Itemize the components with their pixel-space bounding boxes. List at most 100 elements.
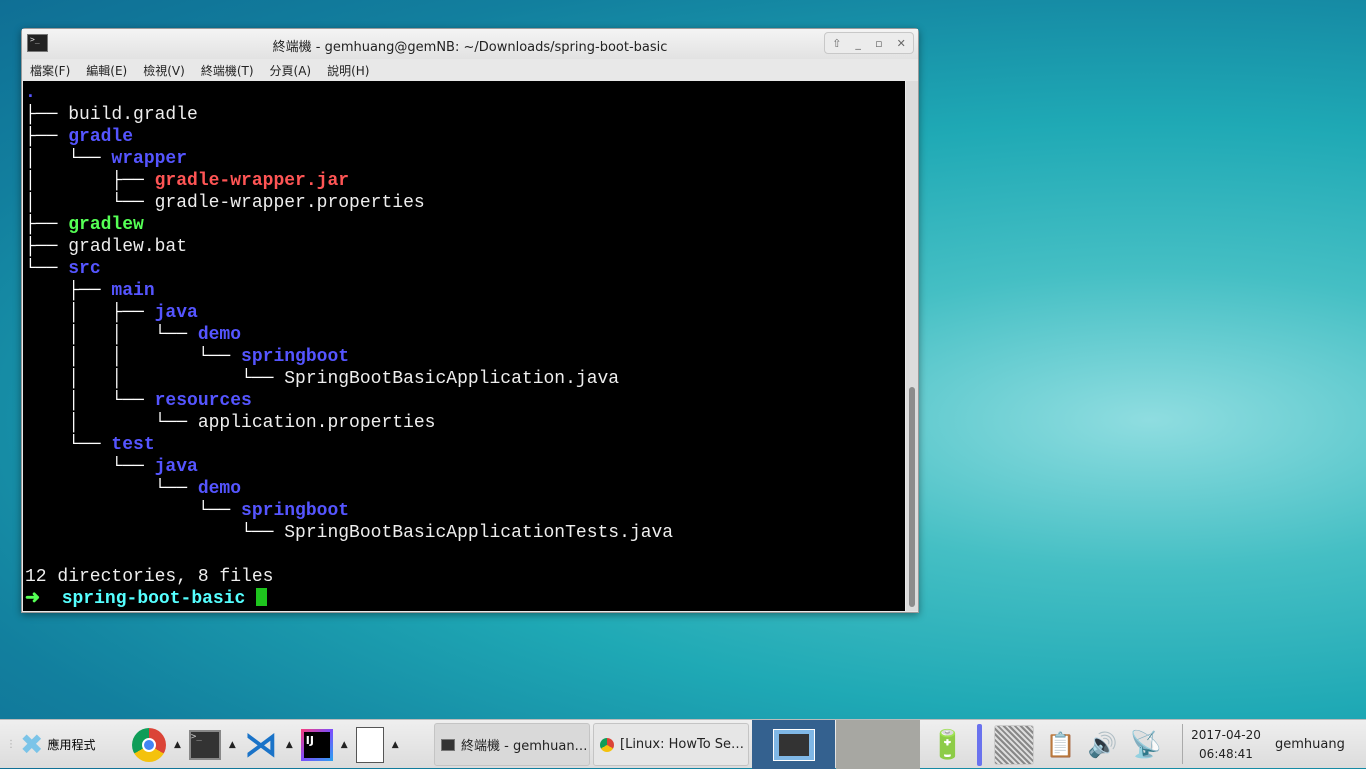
keep-above-icon[interactable]: ⇧ (832, 37, 841, 50)
tree-line: ├── gradle (25, 126, 905, 148)
title-bar[interactable]: >_ 終端機 - gemhuang@gemNB: ~/Downloads/spr… (22, 29, 918, 59)
tree-entry: gradle-wrapper.jar (154, 171, 350, 191)
tree-line: └── src (25, 258, 905, 280)
terminal-icon (441, 738, 455, 751)
tree-entry: . (25, 83, 36, 103)
network-icon[interactable]: 📡 (1130, 730, 1162, 760)
menu-file[interactable]: 檔案(F) (30, 62, 70, 79)
launcher-arrow-icon[interactable]: ▲ (392, 740, 399, 750)
workspace-2[interactable] (836, 720, 920, 769)
tree-line: │ ├── gradle-wrapper.jar (25, 170, 905, 192)
tree-line: │ │ └── SpringBootBasicApplication.java (25, 368, 905, 390)
menu-terminal[interactable]: 終端機(T) (201, 62, 254, 79)
user-menu[interactable]: gemhuang (1275, 720, 1345, 769)
menu-edit[interactable]: 編輯(E) (86, 62, 127, 79)
scrollbar[interactable] (906, 81, 918, 611)
battery-plugged-icon[interactable]: 🔋 (930, 728, 965, 761)
tree-branch: └── (25, 501, 242, 521)
tree-line: │ └── resources (25, 390, 905, 412)
screenshot-icon[interactable] (993, 724, 1034, 765)
tree-branch: └── (25, 457, 155, 477)
minimize-icon[interactable]: _ (855, 37, 861, 50)
intellij-icon[interactable]: IJ (300, 728, 333, 761)
tree-branch: │ │ └── (25, 369, 285, 389)
tree-entry: build.gradle (68, 105, 198, 125)
tree-line: └── SpringBootBasicApplicationTests.java (25, 522, 905, 544)
tree-entry: java (154, 303, 198, 323)
launcher-arrow-icon[interactable]: ▲ (341, 740, 348, 750)
tree-branch: │ └── (25, 149, 112, 169)
tree-line: ├── gradlew (25, 214, 905, 236)
tree-branch: └── (25, 435, 112, 455)
taskbar: ⋮ ✖ 應用程式 ▲ >_ ▲ ⋊ ▲ IJ ▲ ▲ 終端機 - gemhuan… (0, 719, 1366, 769)
tree-entry: springboot (241, 501, 350, 521)
tree-line: └── test (25, 434, 905, 456)
tree-branch: │ └── (25, 413, 198, 433)
tree-entry: gradlew.bat (68, 237, 188, 257)
task-terminal[interactable]: 終端機 - gemhuan… (434, 723, 590, 766)
prompt-dir: spring-boot-basic (61, 589, 246, 609)
close-icon[interactable]: ✕ (897, 37, 906, 50)
vscode-icon[interactable]: ⋊ (244, 725, 278, 765)
tree-line: │ └── wrapper (25, 148, 905, 170)
tree-branch: ├── (25, 281, 112, 301)
tree-branch: │ │ └── (25, 325, 198, 345)
launcher-arrow-icon[interactable]: ▲ (286, 740, 293, 750)
apps-menu-button[interactable]: ✖ 應用程式 (20, 720, 95, 769)
tree-entry: java (154, 457, 198, 477)
tree-entry: wrapper (111, 149, 188, 169)
tree-line: ├── gradlew.bat (25, 236, 905, 258)
launcher-arrow-icon[interactable]: ▲ (174, 740, 181, 750)
workspace-1[interactable] (752, 720, 835, 769)
clock-date: 2017-04-20 (1191, 727, 1261, 742)
tree-line: │ │ └── springboot (25, 346, 905, 368)
launcher-arrow-icon[interactable]: ▲ (229, 740, 236, 750)
tree-entry: gradle-wrapper.properties (154, 193, 425, 213)
tree-branch: │ └── (25, 193, 155, 213)
menu-help[interactable]: 說明(H) (327, 62, 369, 79)
tree-entry: SpringBootBasicApplicationTests.java (284, 523, 674, 543)
terminal-icon (772, 728, 815, 761)
tree-entry: demo (197, 325, 242, 345)
tree-entry: main (111, 281, 155, 301)
terminal-launcher-icon[interactable]: >_ (188, 729, 221, 760)
panel-handle[interactable]: ⋮ (6, 720, 16, 769)
terminal-output[interactable]: . ├── build.gradle ├── gradle │ └── wrapper… (23, 81, 905, 611)
scrollbar-thumb[interactable] (909, 387, 915, 607)
task-chrome[interactable]: [Linux: HowTo Se… (593, 723, 749, 766)
tree-branch: ├── (25, 215, 69, 235)
chrome-icon[interactable] (132, 727, 166, 762)
tree-line: │ │ └── demo (25, 324, 905, 346)
tree-branch: │ ├── (25, 171, 155, 191)
prompt-line: ➜ spring-boot-basic (25, 588, 905, 610)
tree-entry: SpringBootBasicApplication.java (284, 369, 620, 389)
tree-line: │ └── gradle-wrapper.properties (25, 192, 905, 214)
volume-icon[interactable]: 🔊 (1088, 731, 1118, 759)
task-label: [Linux: HowTo Se… (620, 737, 745, 752)
summary-line: 12 directories, 8 files (25, 567, 274, 587)
separator (1182, 724, 1183, 764)
tree-line: │ ├── java (25, 302, 905, 324)
clipboard-icon[interactable]: 📋 (1046, 731, 1076, 759)
file-icon[interactable] (355, 726, 384, 763)
clock-time: 06:48:41 (1199, 746, 1253, 761)
menu-view[interactable]: 檢視(V) (143, 62, 185, 79)
tree-branch: ├── (25, 237, 69, 257)
apps-menu-label: 應用程式 (47, 738, 96, 752)
tree-entry: application.properties (197, 413, 436, 433)
terminal-window: >_ 終端機 - gemhuang@gemNB: ~/Downloads/spr… (21, 28, 919, 613)
tree-entry: resources (154, 391, 252, 411)
window-controls: ⇧ _ ▫ ✕ (824, 32, 914, 54)
tree-branch: └── (25, 523, 285, 543)
tree-entry: src (68, 259, 101, 279)
prompt-arrow: ➜ (25, 589, 41, 609)
menu-tabs[interactable]: 分頁(A) (270, 62, 312, 79)
tree-branch: ├── (25, 127, 69, 147)
maximize-icon[interactable]: ▫ (875, 37, 882, 50)
tree-line: ├── build.gradle (25, 104, 905, 126)
tree-entry: springboot (241, 347, 350, 367)
tree-line: │ └── application.properties (25, 412, 905, 434)
tree-line: └── springboot (25, 500, 905, 522)
tree-line: └── java (25, 456, 905, 478)
clock[interactable]: 2017-04-20 06:48:41 (1188, 720, 1264, 769)
